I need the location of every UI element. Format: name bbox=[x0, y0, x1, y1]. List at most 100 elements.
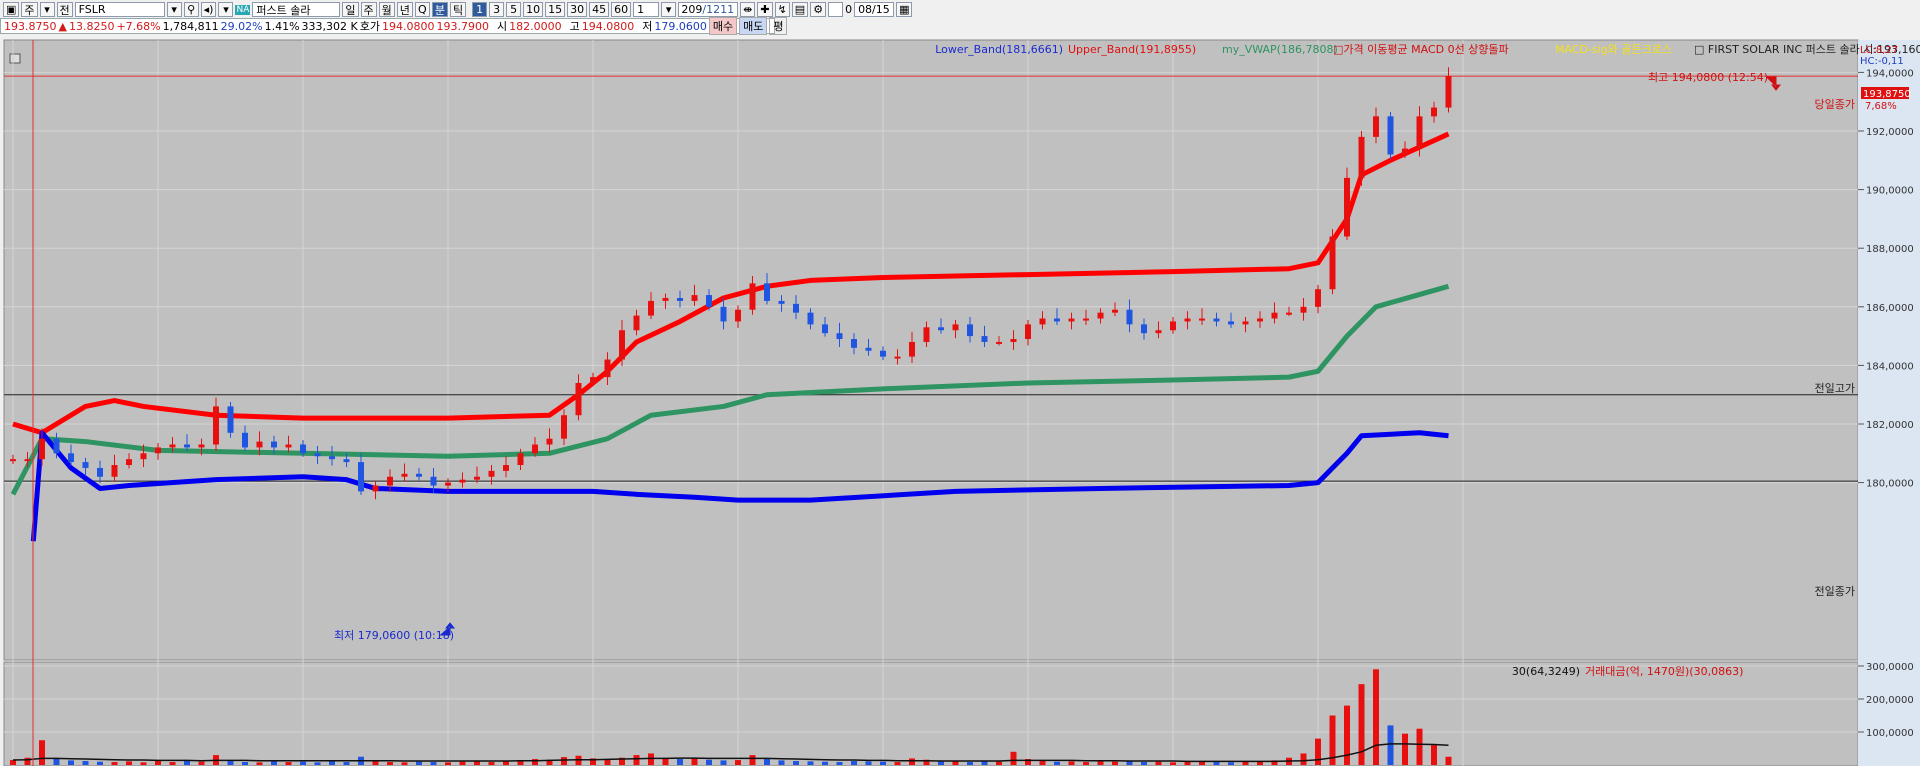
candle bbox=[880, 350, 886, 357]
candle bbox=[1373, 116, 1379, 137]
y-tick-label: 180,0000 bbox=[1866, 479, 1914, 490]
candle bbox=[1199, 318, 1205, 321]
checkbox[interactable] bbox=[828, 2, 844, 17]
volume-bar bbox=[300, 761, 306, 765]
speaker-icon[interactable]: ◂) bbox=[200, 2, 217, 17]
candle bbox=[53, 438, 60, 454]
candle bbox=[662, 298, 669, 301]
candle bbox=[256, 441, 263, 448]
candle bbox=[575, 382, 582, 416]
candle bbox=[1271, 312, 1278, 319]
candle bbox=[532, 444, 538, 454]
prev-close-label: 전일종가 bbox=[1815, 584, 1855, 598]
calendar-icon[interactable]: ▦ bbox=[896, 2, 913, 17]
search-icon[interactable]: ⚲ bbox=[183, 2, 199, 17]
volume-bar bbox=[749, 755, 756, 765]
volume-bar bbox=[735, 760, 741, 765]
candle bbox=[1329, 236, 1336, 290]
candle bbox=[894, 356, 901, 359]
buy-button[interactable]: 매수 bbox=[708, 17, 738, 35]
candle bbox=[1300, 306, 1307, 313]
candle bbox=[1083, 318, 1089, 321]
legend-cross: MACD-sig와 골든크로스 bbox=[1555, 43, 1672, 56]
save-icon[interactable]: ▤ bbox=[791, 2, 809, 17]
candle bbox=[474, 476, 480, 480]
chart-menu-icon[interactable]: ▣ bbox=[3, 2, 20, 17]
speaker-dropdown-icon[interactable]: ▾ bbox=[218, 2, 234, 17]
change: 13.8250 bbox=[68, 19, 115, 33]
period-tab-2[interactable]: 월 bbox=[378, 2, 395, 17]
volume-bar bbox=[1068, 761, 1075, 765]
interval-tab-3[interactable]: 10 bbox=[523, 2, 544, 17]
volume-bar bbox=[793, 761, 799, 765]
pane-menu-icon[interactable] bbox=[9, 53, 21, 64]
candle bbox=[430, 476, 437, 486]
avg-button[interactable]: 평 bbox=[769, 17, 788, 35]
compress-icon[interactable]: ⇼ bbox=[740, 2, 756, 17]
interval-input[interactable]: 1 bbox=[633, 2, 660, 17]
y-tick-label: 188,0000 bbox=[1866, 244, 1914, 255]
volume-bar bbox=[343, 762, 350, 765]
volume: 1,784,811 bbox=[162, 19, 219, 33]
candle bbox=[1387, 116, 1394, 155]
candle bbox=[140, 453, 147, 460]
candle bbox=[764, 283, 770, 301]
low-price: 179.0600 bbox=[654, 19, 707, 33]
zoom-in-icon[interactable]: ✚ bbox=[757, 2, 773, 17]
symbol-input[interactable]: FSLR bbox=[74, 2, 165, 17]
interval-tab-0[interactable]: 1 bbox=[472, 2, 488, 17]
price-pane[interactable] bbox=[3, 39, 1859, 661]
volume-bar bbox=[1126, 761, 1133, 765]
price-chart[interactable]: 194,0000 192,0000 190,0000 188,0000 186,0000… bbox=[0, 36, 1920, 766]
low-label: 저 bbox=[642, 20, 653, 33]
period-tab-4[interactable]: Q bbox=[414, 2, 430, 17]
interval-tab-2[interactable]: 5 bbox=[506, 2, 522, 17]
period-tab-6[interactable]: 틱 bbox=[450, 2, 467, 17]
legend-lower-band: Lower_Band(181,6661) bbox=[935, 43, 1063, 56]
candle bbox=[1228, 321, 1234, 325]
symbol-dropdown-icon[interactable]: ▾ bbox=[166, 2, 182, 17]
candle bbox=[691, 295, 698, 301]
period-tab-1[interactable]: 주 bbox=[360, 2, 377, 17]
interval-tab-1[interactable]: 3 bbox=[489, 2, 505, 17]
mode-select[interactable]: 주 bbox=[21, 2, 38, 17]
candle bbox=[1184, 318, 1191, 322]
candle bbox=[851, 339, 857, 348]
volume-bar bbox=[880, 761, 886, 765]
candle bbox=[1402, 148, 1408, 155]
legend-vwap: my_VWAP(186,7808) bbox=[1222, 43, 1338, 56]
volume-bar bbox=[1416, 728, 1423, 765]
mode-dropdown-icon[interactable]: ▾ bbox=[39, 2, 55, 17]
volume-bar bbox=[387, 762, 393, 765]
volume-bar bbox=[894, 762, 901, 765]
ratio1: 29.02% bbox=[220, 19, 263, 33]
volume-bar bbox=[561, 757, 567, 765]
period-tab-0[interactable]: 일 bbox=[342, 2, 359, 17]
volume-bar bbox=[1083, 762, 1089, 765]
interval-tab-5[interactable]: 30 bbox=[567, 2, 588, 17]
bar-count[interactable]: 209 bbox=[681, 3, 702, 16]
volume-bar bbox=[10, 760, 16, 765]
indicator-icon[interactable]: ↯ bbox=[774, 2, 790, 17]
bid-label: 호가 bbox=[359, 20, 380, 33]
gear-icon[interactable]: ⚙ bbox=[810, 2, 827, 17]
volume-bar bbox=[198, 761, 205, 765]
interval-tab-7[interactable]: 60 bbox=[611, 2, 632, 17]
candle bbox=[604, 359, 611, 378]
sell-button[interactable]: 매도 bbox=[739, 17, 768, 35]
volume-bar bbox=[706, 759, 712, 765]
candle bbox=[387, 476, 393, 486]
candle bbox=[1126, 309, 1133, 325]
interval-tab-4[interactable]: 15 bbox=[545, 2, 566, 17]
interval-dropdown-icon[interactable]: ▾ bbox=[661, 2, 677, 17]
interval-tab-6[interactable]: 45 bbox=[589, 2, 610, 17]
period-tab-5[interactable]: 분 bbox=[431, 2, 448, 17]
candle bbox=[1112, 309, 1118, 313]
period-tab-3[interactable]: 년 bbox=[396, 2, 413, 17]
prev-button[interactable]: 전 bbox=[56, 2, 73, 17]
volume-bar bbox=[416, 761, 422, 765]
candle bbox=[227, 406, 234, 433]
candle bbox=[39, 438, 45, 460]
volume-bar bbox=[1373, 669, 1379, 765]
date-input[interactable]: 08/15 bbox=[854, 2, 895, 17]
